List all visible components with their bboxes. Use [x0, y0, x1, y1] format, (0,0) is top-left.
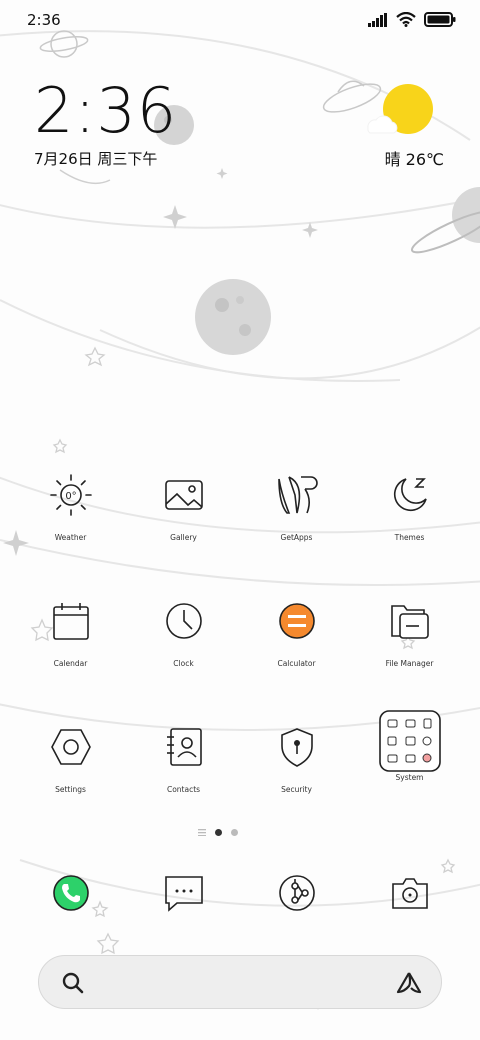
weather-icon: 0° [49, 474, 92, 516]
menu-lines-icon [198, 829, 206, 836]
app-label: Settings [55, 785, 86, 794]
app-file-manager[interactable]: File Manager [353, 596, 466, 668]
clock-icon [165, 603, 202, 639]
gallery-icon [164, 480, 203, 510]
page-dot-active[interactable] [215, 829, 222, 836]
browser-icon [278, 875, 315, 911]
weather-condition-temp[interactable]: 晴 26℃ [385, 146, 444, 170]
camera-icon [391, 878, 428, 909]
status-time: 2:36 [27, 11, 61, 29]
app-label: File Manager [385, 659, 434, 668]
app-label: Contacts [166, 785, 201, 794]
clock-widget-date: 7月26日 周三下午 [34, 150, 158, 168]
app-label: Security [281, 785, 312, 794]
getapps-icon [277, 476, 318, 514]
contacts-icon [166, 728, 202, 766]
dock-messages[interactable] [127, 868, 240, 918]
app-weather[interactable]: 0° Weather [14, 470, 127, 542]
app-security[interactable]: Security [240, 722, 353, 794]
dock-phone[interactable] [14, 868, 127, 918]
status-icons [368, 12, 456, 27]
clock-widget-time: 2:36 [34, 74, 178, 147]
app-getapps[interactable]: GetApps [240, 470, 353, 542]
svg-text:0°: 0° [65, 491, 76, 502]
folder-system[interactable]: System [353, 710, 466, 782]
signal-icon [368, 12, 387, 27]
app-label: System [395, 773, 424, 782]
clock-widget[interactable]: 2:36 7月26日 周三下午 [34, 78, 177, 169]
dock-camera[interactable] [353, 868, 466, 918]
app-clock[interactable]: Clock [127, 596, 240, 668]
app-label: GetApps [280, 533, 313, 542]
phone-icon [52, 875, 89, 911]
dock-browser[interactable] [240, 868, 353, 918]
calculator-icon [278, 603, 315, 639]
dock [14, 868, 466, 920]
page-indicator[interactable] [198, 829, 238, 836]
app-label: Themes [394, 533, 425, 542]
app-calendar[interactable]: Calendar [14, 596, 127, 668]
battery-icon [424, 12, 456, 27]
settings-icon [50, 729, 91, 765]
app-calculator[interactable]: Calculator [240, 596, 353, 668]
app-label: Gallery [170, 533, 197, 542]
assistant-icon[interactable] [395, 970, 423, 996]
wifi-icon [396, 12, 416, 27]
system-folder-icon [378, 710, 441, 772]
messages-icon [164, 876, 203, 912]
app-label: Calendar [53, 659, 88, 668]
search-bar[interactable] [38, 955, 442, 1009]
app-settings[interactable]: Settings [14, 722, 127, 794]
app-contacts[interactable]: Contacts [127, 722, 240, 794]
app-label: Calculator [277, 659, 316, 668]
app-label: Clock [173, 659, 194, 668]
app-label: Weather [54, 533, 87, 542]
themes-icon [393, 478, 427, 512]
app-themes[interactable]: Themes [353, 470, 466, 542]
page-dot[interactable] [231, 829, 238, 836]
status-bar: 2:36 [0, 0, 480, 44]
app-gallery[interactable]: Gallery [127, 470, 240, 542]
search-icon[interactable] [61, 971, 85, 995]
security-icon [280, 728, 313, 767]
calendar-icon [52, 603, 89, 640]
file-manager-icon [390, 605, 429, 639]
